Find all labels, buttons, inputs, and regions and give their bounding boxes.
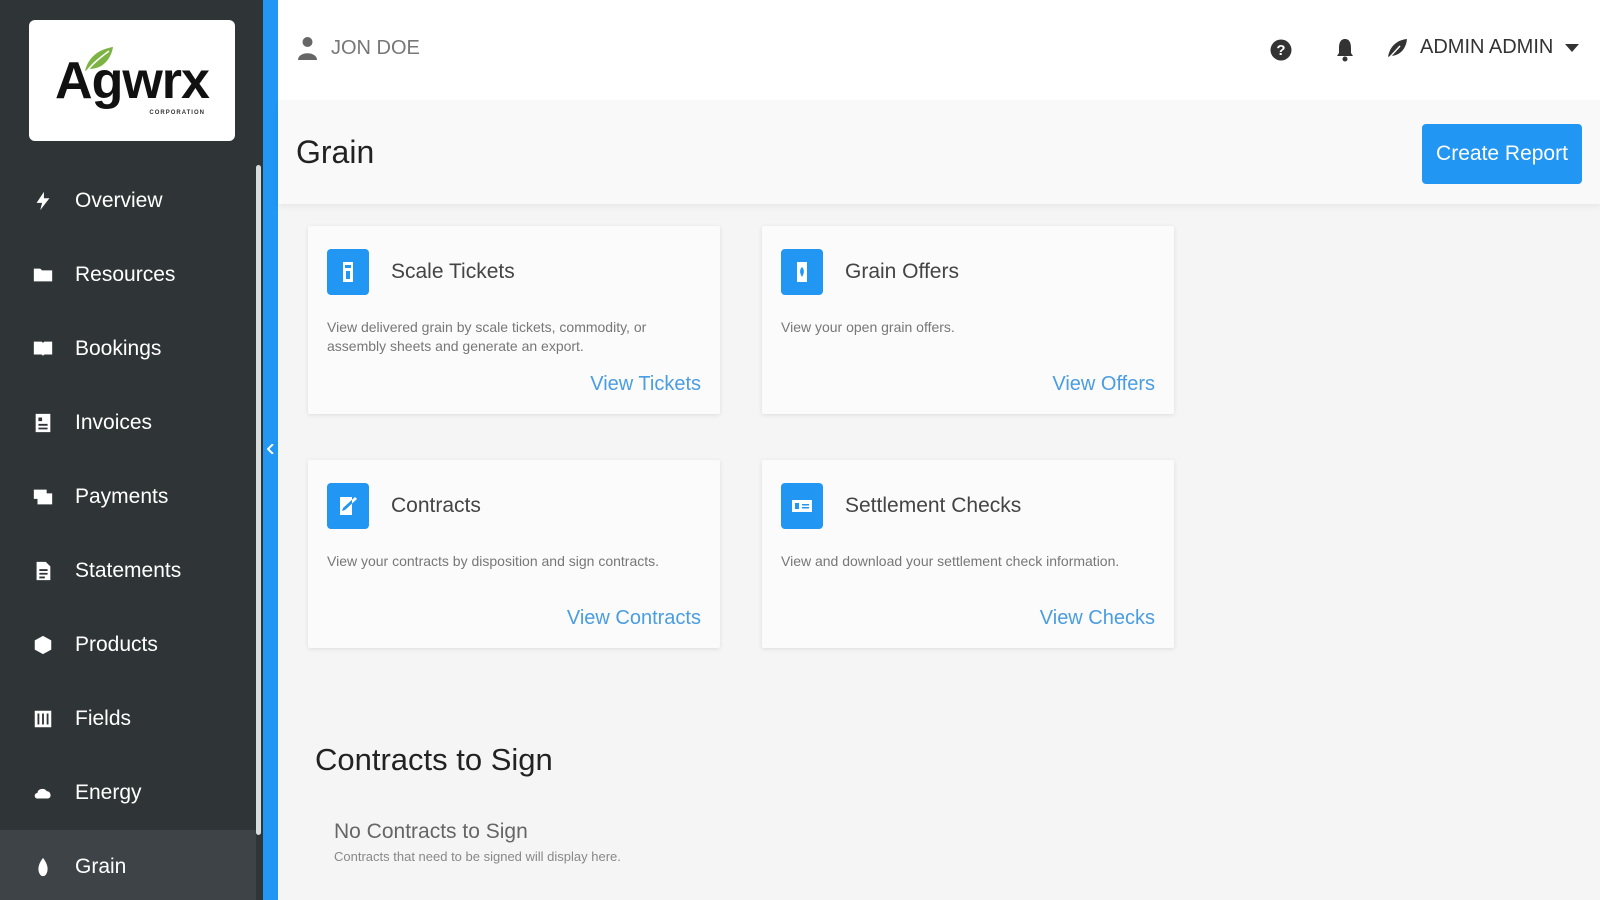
sidebar-nav: Overview Resources Bookings Invoices Pay…: [0, 164, 256, 900]
energy-icon: [30, 780, 56, 806]
logo-text: Agwrx: [55, 51, 210, 110]
sidebar-item-label: Statements: [75, 559, 182, 582]
sidebar-item-label: Products: [75, 633, 158, 656]
card-title: Grain Offers: [845, 260, 959, 283]
card-description: View delivered grain by scale tickets, c…: [327, 319, 647, 354]
book-icon: [30, 336, 56, 362]
sidebar-item-label: Grain: [75, 855, 127, 878]
card-scale-tickets: Scale Tickets View delivered grain by sc…: [308, 226, 720, 414]
sidebar-item-bookings[interactable]: Bookings: [0, 312, 256, 386]
admin-menu[interactable]: ADMIN ADMIN: [1386, 36, 1580, 59]
folder-icon: [30, 262, 56, 288]
sidebar-item-label: Payments: [75, 485, 169, 508]
sidebar-item-overview[interactable]: Overview: [0, 164, 256, 238]
scale-ticket-icon: [327, 249, 369, 295]
contracts-to-sign-title: Contracts to Sign: [315, 742, 553, 777]
bell-icon[interactable]: [1335, 37, 1355, 62]
card-settlement-checks: Settlement Checks View and download your…: [762, 460, 1174, 648]
collapse-sidebar-toggle[interactable]: [266, 440, 275, 458]
sidebar-item-resources[interactable]: Resources: [0, 238, 256, 312]
sidebar-item-label: Resources: [75, 263, 176, 286]
view-checks-link[interactable]: View Checks: [1040, 607, 1155, 630]
view-tickets-link[interactable]: View Tickets: [590, 373, 701, 396]
card-title: Settlement Checks: [845, 494, 1022, 517]
invoice-icon: [30, 410, 56, 436]
admin-name: ADMIN ADMIN: [1420, 36, 1554, 58]
svg-text:?: ?: [1276, 42, 1285, 59]
statement-icon: [30, 558, 56, 584]
sidebar-scrollbar[interactable]: [256, 165, 261, 835]
sidebar-item-label: Bookings: [75, 337, 162, 360]
card-title: Scale Tickets: [391, 260, 515, 283]
sidebar-item-label: Invoices: [75, 411, 153, 434]
page-header: Grain Create Report: [278, 100, 1600, 204]
grain-offer-icon: [781, 249, 823, 295]
sidebar-item-invoices[interactable]: Invoices: [0, 386, 256, 460]
sidebar-item-label: Energy: [75, 781, 142, 804]
user-name: JON DOE: [331, 36, 420, 59]
card-description: View and download your settlement check …: [781, 553, 1120, 569]
contract-icon: [327, 483, 369, 529]
sidebar: Agwrx CORPORATION Overview Resources Boo…: [0, 0, 263, 900]
sidebar-item-products[interactable]: Products: [0, 608, 256, 682]
logo-subtext: CORPORATION: [149, 109, 205, 116]
chevron-down-icon: [1565, 43, 1580, 52]
sidebar-item-energy[interactable]: Energy: [0, 756, 256, 830]
sidebar-item-fields[interactable]: Fields: [0, 682, 256, 756]
card-description: View your open grain offers.: [781, 319, 955, 335]
view-offers-link[interactable]: View Offers: [1052, 373, 1155, 396]
sidebar-item-label: Fields: [75, 707, 132, 730]
leaf-logo-icon: [85, 46, 114, 71]
payments-icon: [30, 484, 56, 510]
card-title: Contracts: [391, 494, 481, 517]
grain-icon: [30, 854, 56, 880]
view-contracts-link[interactable]: View Contracts: [567, 607, 701, 630]
fields-icon: [30, 706, 56, 732]
current-user[interactable]: JON DOE: [298, 36, 420, 60]
card-contracts: Contracts View your contracts by disposi…: [308, 460, 720, 648]
sidebar-item-label: Overview: [75, 189, 163, 212]
empty-state-description: Contracts that need to be signed will di…: [334, 849, 621, 864]
settlement-check-icon: [781, 483, 823, 529]
top-bar: JON DOE ? ADMIN ADMIN: [278, 0, 1600, 100]
help-icon[interactable]: ?: [1270, 39, 1292, 61]
empty-state-title: No Contracts to Sign: [334, 820, 528, 843]
leaf-icon: [1388, 38, 1407, 59]
products-icon: [30, 632, 56, 658]
card-description: View your contracts by disposition and s…: [327, 553, 660, 569]
bolt-icon: [30, 188, 56, 214]
page-title: Grain: [296, 134, 375, 170]
chevron-left-icon: [267, 444, 274, 454]
card-grain-offers: Grain Offers View your open grain offers…: [762, 226, 1174, 414]
sidebar-item-payments[interactable]: Payments: [0, 460, 256, 534]
sidebar-item-grain[interactable]: Grain: [0, 830, 256, 900]
sidebar-item-statements[interactable]: Statements: [0, 534, 256, 608]
create-report-button[interactable]: Create Report: [1422, 124, 1582, 184]
logo[interactable]: Agwrx CORPORATION: [29, 20, 235, 141]
user-icon: [298, 37, 317, 60]
